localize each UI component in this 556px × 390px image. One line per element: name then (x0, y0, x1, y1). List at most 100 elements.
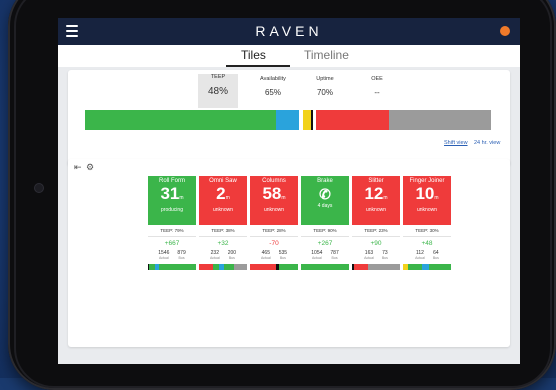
tile-delta: +90 (370, 240, 382, 247)
metric-label: Uptime (316, 76, 334, 82)
machine-state: unknown (365, 207, 386, 213)
machine-state: producing (161, 207, 183, 213)
machine-tile[interactable]: Columns 58m unknown TEEP: 28% -70 465 Actual 53… (250, 176, 298, 270)
ribbon-segment (316, 110, 390, 130)
actual-label: Actual (209, 256, 220, 260)
machine-name: Finger Joiner (409, 178, 445, 184)
machine-tile[interactable]: Slitter 12m unknown TEEP: 23% +90 163 Actual 73… (352, 176, 400, 270)
tile-metric-unit: m (434, 195, 439, 201)
tile-delta: +32 (217, 240, 229, 247)
metric-value: 48% (207, 86, 228, 97)
machine-state: unknown (212, 207, 233, 213)
tile-metric-unit: m (383, 195, 388, 201)
machine-name: Roll Form (158, 178, 185, 184)
tile-counts: 112 Actual 64 Bus (403, 250, 451, 260)
tile-header[interactable]: Columns 58m unknown (250, 176, 298, 225)
metric-label: TEEP (210, 74, 226, 80)
settings-gear-icon[interactable]: ⚙ (86, 162, 94, 173)
ribbon-segment (389, 110, 492, 130)
metric-value: -- (374, 88, 380, 97)
tile-metric-value: 12 (364, 184, 384, 203)
actual-label: Actual (158, 256, 169, 260)
machine-name: Brake (317, 178, 333, 184)
machine-state: unknown (416, 207, 437, 213)
tile-metric-unit: m (225, 195, 230, 201)
app-brand-logo: RAVEN (255, 23, 323, 39)
tile-teep: TEEP: 23% (352, 225, 400, 237)
machine-tile[interactable]: Finger Joiner 10m unknown TEEP: 30% +48 112 Ac… (403, 176, 451, 270)
machine-tile[interactable]: Roll Form 31m producing TEEP: 79% +667 1546 Ac… (148, 176, 196, 270)
machine-name: Slitter (368, 178, 384, 184)
tab-timeline[interactable]: Timeline (304, 48, 349, 62)
tile-teep: TEEP: 38% (199, 225, 247, 237)
tile-counts: 1054 Actual 787 Bus (301, 250, 349, 260)
tile-bar-segment (353, 264, 369, 270)
user-avatar-icon[interactable] (500, 26, 510, 36)
bus-label: Bus (228, 256, 235, 260)
tab-tiles[interactable]: Tiles (241, 48, 266, 62)
tile-teep: TEEP: 28% (250, 225, 298, 237)
tile-bar-segment (223, 264, 234, 270)
tile-metric-value: 58 (262, 184, 282, 203)
tile-bar-segment (199, 264, 214, 270)
tile-header[interactable]: Finger Joiner 10m unknown (403, 176, 451, 225)
metric-teep[interactable]: TEEP 48% (198, 74, 238, 108)
bus-label: Bus (178, 256, 185, 260)
tile-status-bar (301, 264, 349, 270)
active-tab-indicator (226, 65, 290, 67)
machine-tiles-panel: ⇤ ⚙ Roll Form 31m producing TEEP: 79% +667 15… (68, 159, 510, 347)
tile-delta: -70 (269, 240, 279, 247)
tile-teep: TEEP: 79% (148, 225, 196, 237)
tile-bar-segment (429, 264, 451, 270)
tile-status-bar (148, 264, 196, 270)
tile-bar-segment (278, 264, 298, 270)
metric-availability[interactable]: Availability 65% (248, 76, 298, 97)
metric-oee[interactable]: OEE -- (352, 76, 402, 97)
plant-status-ribbon[interactable] (85, 110, 492, 130)
actual-label: Actual (311, 256, 322, 260)
metric-label: Availability (260, 76, 286, 82)
tile-counts: 232 Actual 200 Bus (199, 250, 247, 260)
tile-bar-segment (407, 264, 423, 270)
tile-status-bar (403, 264, 451, 270)
tile-bar-segment (368, 264, 400, 270)
tile-header[interactable]: Roll Form 31m producing (148, 176, 196, 225)
actual-label: Actual (415, 256, 425, 260)
actual-label: Actual (260, 256, 271, 260)
ribbon-segment (276, 110, 299, 130)
machine-name: Columns (262, 178, 286, 184)
metric-uptime[interactable]: Uptime 70% (300, 76, 350, 97)
shift-view-link[interactable]: Shift view (444, 140, 468, 146)
tile-bar-segment (233, 264, 247, 270)
tile-metric-value: 31 (160, 184, 180, 203)
bus-label: Bus (331, 256, 338, 260)
tile-status-bar (352, 264, 400, 270)
tile-delta: +267 (317, 240, 333, 247)
tile-teep: TEEP: 30% (403, 225, 451, 237)
metric-value: 70% (316, 88, 333, 97)
machine-name: Omni Saw (209, 178, 237, 184)
machine-tile[interactable]: Omni Saw 2m unknown TEEP: 38% +32 232 Actual 20… (199, 176, 247, 270)
tile-bar-segment (159, 264, 196, 270)
tile-counts: 163 Actual 73 Bus (352, 250, 400, 260)
tile-header[interactable]: Omni Saw 2m unknown (199, 176, 247, 225)
app-screen: RAVEN Tiles Timeline TEEP 48% Availabili… (58, 18, 520, 364)
24-hour-view-link[interactable]: 24 hr. view (474, 140, 500, 146)
ribbon-segment (302, 110, 311, 130)
tile-bar-segment (250, 264, 277, 270)
tile-metric-value: 2 (216, 184, 226, 203)
metric-label: OEE (371, 76, 383, 82)
tile-header[interactable]: Brake ✆ 4 days (301, 176, 349, 225)
tablet-camera (34, 183, 44, 193)
tile-metric-value: 10 (415, 184, 435, 203)
plant-summary-panel: TEEP 48% Availability 65% Uptime 70% OEE… (68, 70, 510, 166)
tile-teep: TEEP: 90% (301, 225, 349, 237)
tile-header[interactable]: Slitter 12m unknown (352, 176, 400, 225)
collapse-icon[interactable]: ⇤ (74, 162, 82, 173)
machine-tile[interactable]: Brake ✆ 4 days TEEP: 90% +267 1054 Actual 787 Bu… (301, 176, 349, 270)
tile-bar-segment (422, 264, 430, 270)
tile-metric-unit: m (281, 195, 286, 201)
bus-label: Bus (279, 256, 286, 260)
top-navigation-bar: RAVEN (58, 18, 520, 45)
machine-state: 4 days (317, 203, 333, 209)
